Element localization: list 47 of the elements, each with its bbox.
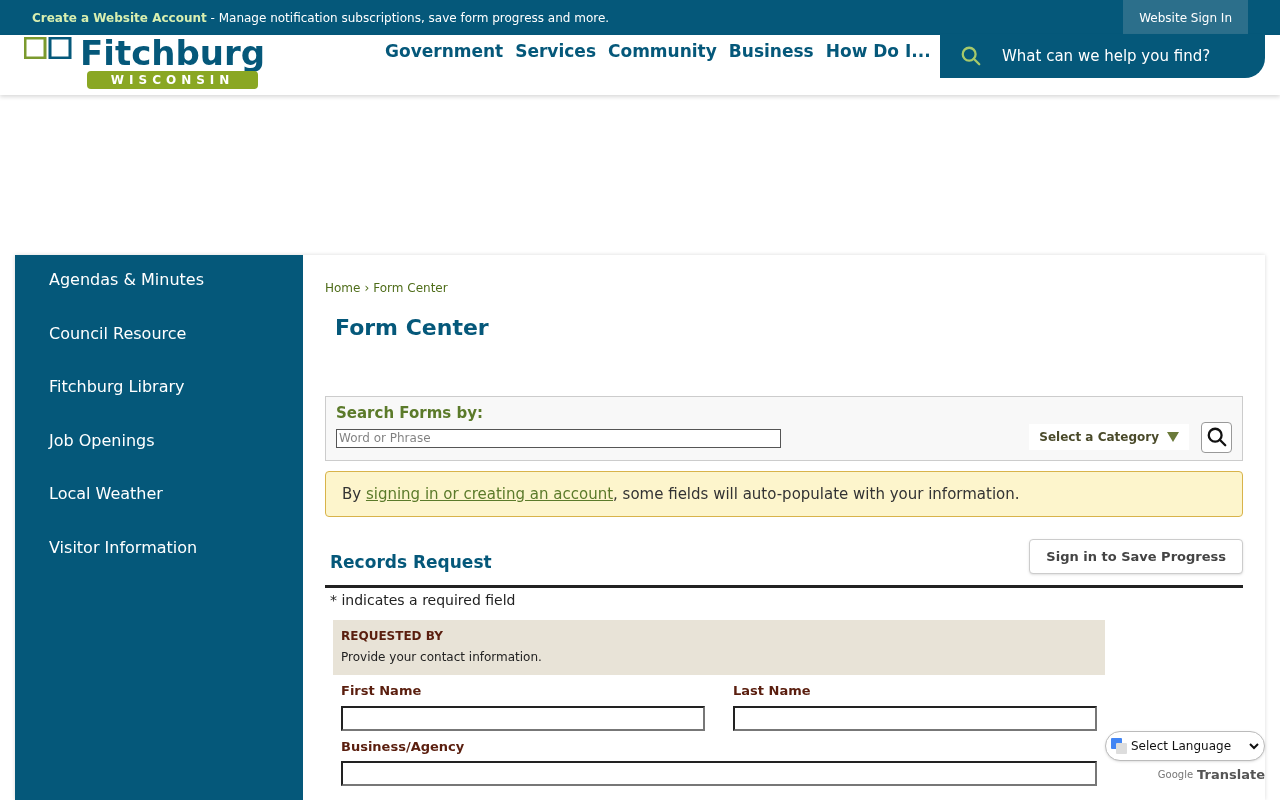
nav-link[interactable]: Government	[385, 39, 504, 65]
create-account-link[interactable]: Create a Website Account	[32, 10, 207, 25]
page-title: Form Center	[335, 314, 490, 342]
caret-icon	[1167, 432, 1179, 442]
sidebar-item[interactable]: Job Openings	[15, 428, 303, 482]
breadcrumb-link[interactable]: Home	[325, 279, 361, 297]
sidebar-item[interactable]: Visitor Information	[15, 535, 303, 589]
language-select[interactable]: Select Language	[1105, 730, 1265, 761]
section-heading: REQUESTED BY	[341, 628, 444, 645]
text-field[interactable]	[341, 761, 1097, 786]
sidebar-item[interactable]: Council Resource	[15, 321, 303, 375]
translate-icon	[1111, 737, 1127, 754]
nav-link[interactable]: Services	[515, 39, 596, 65]
translate-label: Translate	[1197, 765, 1265, 784]
sign-in-notice: By signing in or creating an account, some fields will auto-populate with your information.	[325, 471, 1243, 517]
breadcrumb-link[interactable]: Form Center	[373, 279, 448, 297]
logo-state: WISCONSIN	[86, 71, 259, 89]
sidebar-item[interactable]: Fitchburg Library	[15, 375, 303, 429]
nav-link[interactable]: Community	[608, 39, 717, 65]
field-label: First Name	[341, 682, 423, 700]
search-button[interactable]	[1201, 421, 1232, 453]
form-title: Records Request	[330, 550, 492, 574]
keyword-field[interactable]: Word or Phrase	[336, 428, 781, 448]
logo-name: Fitchburg	[80, 35, 266, 71]
chevron-icon	[1249, 740, 1259, 751]
save-progress-button[interactable]: Sign in to Save Progress	[1029, 539, 1243, 574]
nav-link[interactable]: Business	[728, 39, 814, 65]
sign-in-button[interactable]: Website Sign In	[1123, 0, 1248, 35]
sidebar-item[interactable]: Local Weather	[15, 482, 303, 536]
text-field[interactable]	[341, 705, 705, 731]
banner-text: Create a Website Account - Manage notification subscriptions, save form progress and more.	[32, 9, 610, 27]
search-icon	[960, 45, 982, 67]
site-search-field[interactable]: What can we help you find?	[940, 34, 1265, 78]
search-label: Search Forms by:	[336, 403, 484, 424]
search-icon	[1205, 426, 1228, 448]
required-note: * indicates a required field	[329, 591, 517, 610]
google-brand: Google	[1157, 767, 1194, 782]
category-dropdown[interactable]: Select a Category	[1029, 424, 1189, 450]
nav-link[interactable]: How Do I...	[825, 39, 931, 65]
section-description: Provide your contact information.	[341, 649, 543, 666]
breadcrumb-separator: ›	[364, 280, 370, 297]
sidebar-item[interactable]: Agendas & Minutes	[15, 268, 303, 322]
field-label: Business/Agency	[341, 737, 466, 756]
logo-icon	[24, 37, 72, 59]
text-field[interactable]	[733, 705, 1097, 731]
sign-in-link[interactable]: signing in or creating an account	[365, 484, 614, 503]
field-label: Last Name	[733, 682, 812, 700]
